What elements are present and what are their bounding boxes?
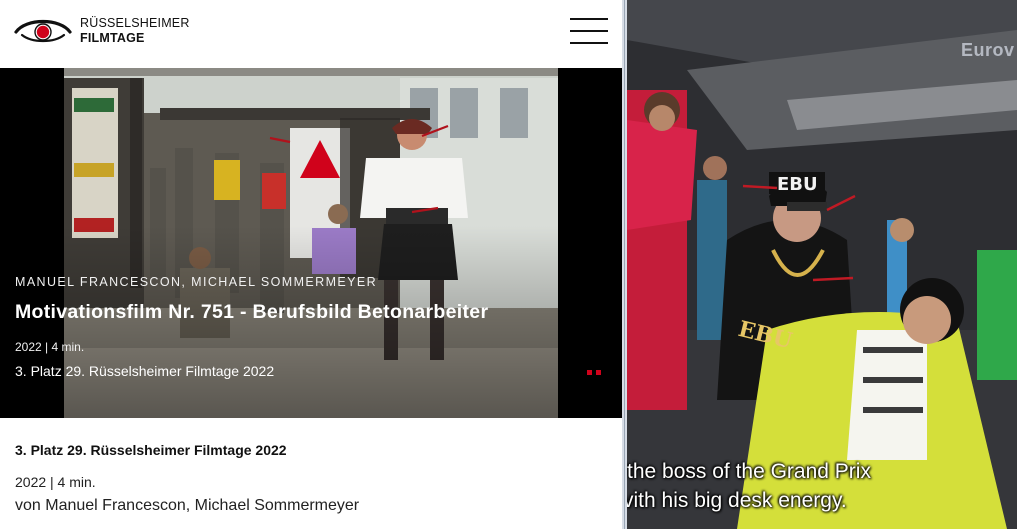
film-details: 3. Platz 29. Rüsselsheimer Filmtage 2022… [0, 418, 622, 529]
hero-award: 3. Platz 29. Rüsselsheimer Filmtage 2022 [15, 363, 275, 379]
hero-slider[interactable]: MANUEL FRANCESCON, MICHAEL SOMMERMEYER M… [0, 68, 622, 418]
logo-line-1: RÜSSELSHEIMER [80, 16, 190, 30]
festival-website: RÜSSELSHEIMER FILMTAGE MANUEL FRANCESCON… [0, 0, 622, 529]
site-header: RÜSSELSHEIMER FILMTAGE [0, 0, 622, 68]
hero-authors: MANUEL FRANCESCON, MICHAEL SOMMERMEYER [15, 275, 378, 289]
slider-pagination [587, 370, 601, 375]
cap-lettering: EBU [777, 174, 818, 195]
detail-award: 3. Platz 29. Rüsselsheimer Filmtage 2022 [15, 442, 287, 458]
logo-text: RÜSSELSHEIMER FILMTAGE [80, 16, 190, 46]
video-frame-image: EBU EBU [627, 0, 1017, 529]
subtitle-line-1: the boss of the Grand Prix [627, 460, 871, 483]
slider-dot-2[interactable] [596, 370, 601, 375]
site-logo[interactable]: RÜSSELSHEIMER FILMTAGE [14, 16, 190, 46]
hero-film-title-link[interactable]: Motivationsfilm Nr. 751 - Berufsbild Bet… [15, 301, 488, 324]
slider-dot-1[interactable] [587, 370, 592, 375]
subtitle-line-2: vith his big desk energy. [627, 489, 847, 512]
hamburger-menu-button[interactable] [570, 18, 608, 46]
video-player[interactable]: EBU EBU Eurov the boss of the Grand Prix… [627, 0, 1017, 529]
eye-logo-icon [14, 20, 72, 43]
logo-line-2: FILMTAGE [80, 31, 145, 45]
detail-meta: 2022 | 4 min. [15, 474, 96, 490]
hero-film-meta: 2022 | 4 min. [15, 340, 85, 354]
channel-watermark: Eurov [961, 40, 1015, 60]
detail-authors: von Manuel Francescon, Michael Sommermey… [15, 497, 360, 514]
browser-viewport: RÜSSELSHEIMER FILMTAGE MANUEL FRANCESCON… [0, 0, 1017, 529]
